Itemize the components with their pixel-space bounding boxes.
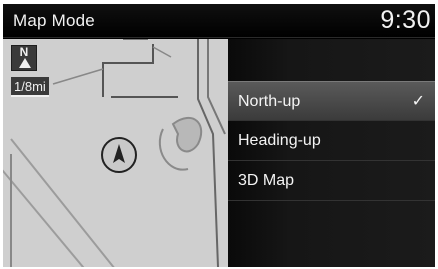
map-roads — [3, 39, 226, 267]
map-scale: 1/8mi — [11, 77, 49, 97]
screen: Map Mode 9:30 N 1/8mi North-up ✓ Heading… — [3, 4, 435, 267]
menu-item-label: 3D Map — [238, 172, 295, 189]
map-mode-panel: North-up ✓ Heading-up 3D Map — [228, 39, 435, 267]
menu-item-3d-map[interactable]: 3D Map — [228, 161, 435, 201]
north-label: N — [19, 45, 29, 59]
menu-item-north-up[interactable]: North-up ✓ — [228, 81, 435, 121]
north-up-indicator-icon: N — [11, 45, 37, 71]
check-icon: ✓ — [411, 93, 425, 110]
north-arrow-icon — [19, 58, 31, 68]
map-mode-menu: North-up ✓ Heading-up 3D Map — [228, 81, 435, 201]
map-view[interactable]: N 1/8mi — [3, 39, 228, 267]
clock: 9:30 — [380, 6, 431, 34]
menu-item-label: Heading-up — [238, 132, 321, 149]
menu-item-heading-up[interactable]: Heading-up — [228, 121, 435, 161]
header-bar: Map Mode 9:30 — [3, 4, 435, 38]
menu-item-label: North-up — [238, 93, 301, 110]
page-title: Map Mode — [13, 11, 95, 30]
